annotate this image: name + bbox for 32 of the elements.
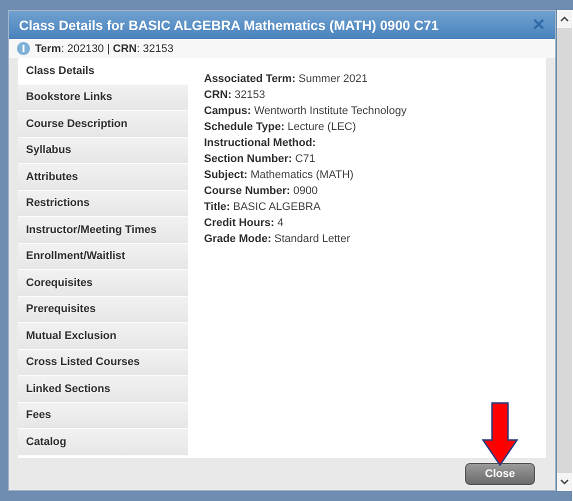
sidebar-tab[interactable]: Cross Listed Courses (18, 350, 188, 376)
detail-line: Instructional Method: (204, 136, 317, 150)
sidebar-tab[interactable]: Course Description (18, 111, 188, 138)
sidebar-tab[interactable]: Attributes (18, 164, 188, 190)
sidebar-tab[interactable]: Enrollment/Waitlist (18, 244, 188, 270)
sidebar-tab[interactable]: Fees (18, 402, 188, 429)
close-button[interactable]: Close (465, 463, 535, 485)
sidebar-tab[interactable]: Bookstore Links (18, 84, 188, 111)
scroll-down-icon[interactable] (557, 473, 572, 491)
sidebar-tab[interactable]: Prerequisites (18, 296, 188, 323)
detail-line: CRN: 32153 (204, 88, 266, 102)
info-icon (17, 42, 30, 55)
detail-line: Credit Hours: 4 (204, 216, 284, 230)
sidebar-tab[interactable]: Mutual Exclusion (18, 323, 188, 350)
detail-line: Schedule Type: Lecture (LEC) (204, 120, 358, 134)
sidebar-tab[interactable]: Syllabus (18, 138, 188, 164)
window-title: Class Details for BASIC ALGEBRA Mathematics (MATH) 0900 C71 (19, 18, 439, 32)
sidebar-tab[interactable]: Corequisites (18, 270, 188, 296)
sidebar-tab[interactable]: Restrictions (18, 190, 188, 217)
scroll-up-icon[interactable] (557, 10, 572, 28)
detail-line: Course Number: 0900 (204, 184, 319, 198)
detail-line: Associated Term: Summer 2021 (204, 72, 369, 86)
arrow-icon (482, 402, 518, 466)
term-crn-text: Term: 202130 | CRN: 32153 (35, 42, 174, 54)
detail-line: Campus: Wentworth Institute Technology (204, 104, 407, 118)
sidebar-tab[interactable]: Instructor/Meeting Times (18, 217, 188, 244)
detail-line: Grade Mode: Standard Letter (204, 232, 352, 246)
detail-line: Section Number: C71 (204, 152, 316, 166)
detail-line: Subject: Mathematics (MATH) (204, 168, 355, 182)
sidebar-tab[interactable]: Catalog (18, 429, 188, 456)
detail-line: Title: BASIC ALGEBRA (204, 200, 322, 214)
sidebar-tab[interactable]: Linked Sections (18, 376, 188, 402)
